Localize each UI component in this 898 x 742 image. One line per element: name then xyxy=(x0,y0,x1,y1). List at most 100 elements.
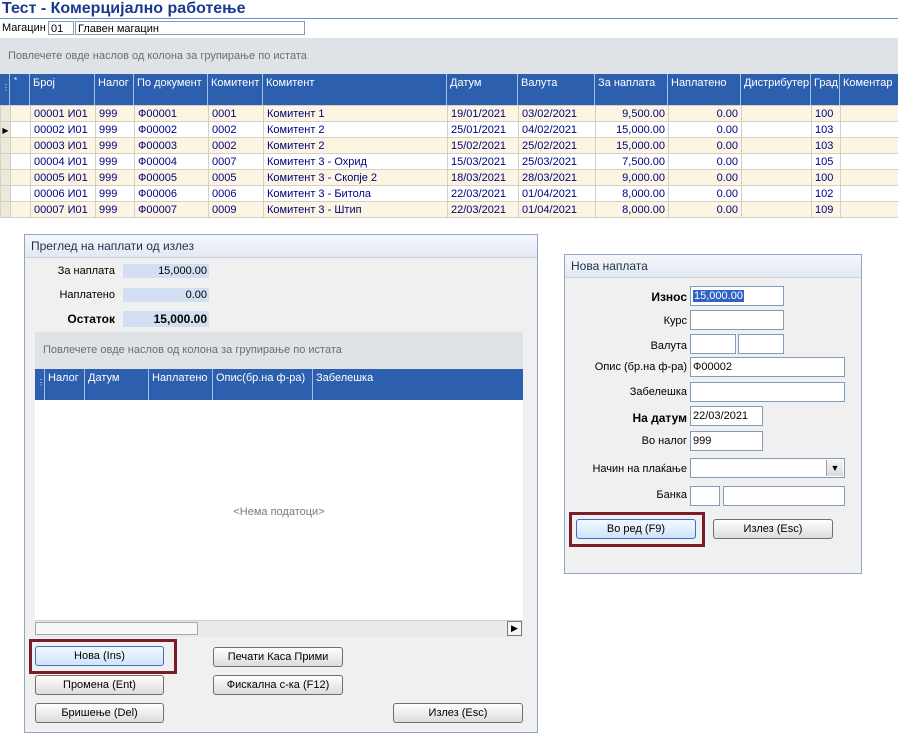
table-cell[interactable]: 25/02/2021 xyxy=(518,137,596,154)
pay-col-header-datum[interactable]: Датум xyxy=(85,369,149,400)
pay-col-header-naplateno[interactable]: Наплатено xyxy=(149,369,213,400)
table-cell[interactable]: 9,000.00 xyxy=(595,169,669,186)
table-cell[interactable]: 0.00 xyxy=(668,121,742,138)
table-cell[interactable]: Ф00002 xyxy=(134,121,209,138)
table-cell[interactable] xyxy=(741,153,812,170)
table-cell[interactable]: 8,000.00 xyxy=(595,201,669,218)
table-cell[interactable] xyxy=(840,169,898,186)
table-cell[interactable]: 0.00 xyxy=(668,105,742,122)
table-cell[interactable]: 0001 xyxy=(208,105,264,122)
table-cell[interactable]: 18/03/2021 xyxy=(447,169,519,186)
table-row[interactable]: 00005 И01 999 Ф00005 0005 Комитент 3 - Скопј… xyxy=(0,169,898,186)
table-cell[interactable]: Комитент 3 - Штип xyxy=(263,201,448,218)
col-header-nalog[interactable]: Налог xyxy=(95,74,134,105)
table-cell[interactable] xyxy=(840,185,898,202)
warehouse-code-field[interactable]: 01 xyxy=(48,21,74,35)
table-row[interactable]: 00007 И01 999 Ф00007 0009 Комитент 3 - Штип 2… xyxy=(0,201,898,218)
table-cell[interactable]: 0009 xyxy=(208,201,264,218)
row-selector[interactable] xyxy=(0,201,11,218)
table-cell[interactable]: 00006 И01 xyxy=(30,185,96,202)
edit-payment-button[interactable]: Промена (Ent) xyxy=(35,675,164,695)
table-cell[interactable]: Комитент 3 - Битола xyxy=(263,185,448,202)
ok-button[interactable]: Во ред (F9) xyxy=(576,519,696,539)
note-input[interactable] xyxy=(690,382,845,402)
col-header-broj[interactable]: Број xyxy=(30,74,95,105)
table-cell[interactable]: 22/03/2021 xyxy=(447,201,519,218)
table-cell[interactable]: 999 xyxy=(95,169,135,186)
col-header-valuta[interactable]: Валута xyxy=(518,74,595,105)
pay-col-header-opis[interactable]: Опис(бр.на ф-ра) xyxy=(213,369,313,400)
table-cell[interactable]: 28/03/2021 xyxy=(518,169,596,186)
table-cell[interactable]: 0.00 xyxy=(668,137,742,154)
date-input[interactable]: 22/03/2021 xyxy=(690,406,763,426)
new-payment-button[interactable]: Нова (Ins) xyxy=(35,646,164,666)
table-cell[interactable]: 04/02/2021 xyxy=(518,121,596,138)
table-cell[interactable]: 01/04/2021 xyxy=(518,201,596,218)
table-cell[interactable]: 01/04/2021 xyxy=(518,185,596,202)
table-cell[interactable]: 103 xyxy=(811,121,841,138)
payments-group-by-bar[interactable]: Повлечете овде наслов од колона за групи… xyxy=(35,332,523,369)
table-cell[interactable]: 105 xyxy=(811,153,841,170)
dialog-exit-button[interactable]: Излез (Esc) xyxy=(713,519,833,539)
table-row[interactable]: 00006 И01 999 Ф00006 0006 Комитент 3 - Битол… xyxy=(0,185,898,202)
table-cell[interactable]: 15/02/2021 xyxy=(447,137,519,154)
table-cell[interactable]: 25/03/2021 xyxy=(518,153,596,170)
col-header-komentar[interactable]: Коментар xyxy=(840,74,898,105)
table-cell[interactable]: 9,500.00 xyxy=(595,105,669,122)
scroll-right-arrow-icon[interactable]: ▶ xyxy=(507,621,522,636)
print-cash-receipt-button[interactable]: Печати Каса Прими xyxy=(213,647,343,667)
col-header-komitent-code[interactable]: Комитент xyxy=(208,74,263,105)
fiscal-receipt-button[interactable]: Фискална с-ка (F12) xyxy=(213,675,343,695)
pay-col-header-zabeleshka[interactable]: Забелешка xyxy=(313,369,523,400)
main-group-by-bar[interactable]: Повлечете овде наслов од колона за групи… xyxy=(0,38,898,74)
table-cell[interactable]: 15/03/2021 xyxy=(447,153,519,170)
table-cell[interactable]: 999 xyxy=(95,201,135,218)
col-header-distributer[interactable]: Дистрибутер xyxy=(741,74,811,105)
table-cell[interactable]: 0.00 xyxy=(668,169,742,186)
table-cell[interactable]: Комитент 2 xyxy=(263,137,448,154)
row-selector[interactable] xyxy=(0,153,11,170)
table-cell[interactable]: 999 xyxy=(95,105,135,122)
table-cell[interactable]: Комитент 3 - Охрид xyxy=(263,153,448,170)
table-cell[interactable]: 100 xyxy=(811,169,841,186)
payments-exit-button[interactable]: Излез (Esc) xyxy=(393,703,523,723)
chevron-down-icon[interactable]: ▼ xyxy=(826,460,843,476)
table-cell[interactable] xyxy=(741,121,812,138)
col-header-za-naplata[interactable]: За наплата xyxy=(595,74,668,105)
table-cell[interactable]: 999 xyxy=(95,121,135,138)
amount-input[interactable]: 15,000.00 xyxy=(690,286,784,306)
table-cell[interactable]: 0.00 xyxy=(668,201,742,218)
table-cell[interactable]: 00007 И01 xyxy=(30,201,96,218)
table-cell[interactable]: Ф00004 xyxy=(134,153,209,170)
table-cell[interactable]: 999 xyxy=(95,185,135,202)
col-header-naplateno[interactable]: Наплатено xyxy=(668,74,741,105)
table-cell[interactable]: 0006 xyxy=(208,185,264,202)
table-row[interactable]: ▶ 00002 И01 999 Ф00002 0002 Комитент 2 25/01/2… xyxy=(0,121,898,138)
payment-method-select[interactable]: ▼ xyxy=(690,458,845,478)
col-header-grad[interactable]: Град xyxy=(811,74,840,105)
table-cell[interactable]: 7,500.00 xyxy=(595,153,669,170)
col-header-datum[interactable]: Датум xyxy=(447,74,518,105)
table-cell[interactable]: Ф00001 xyxy=(134,105,209,122)
row-selector[interactable] xyxy=(0,169,11,186)
table-cell[interactable] xyxy=(840,137,898,154)
table-cell[interactable]: 102 xyxy=(811,185,841,202)
order-input[interactable]: 999 xyxy=(690,431,763,451)
table-cell[interactable] xyxy=(741,137,812,154)
table-cell[interactable]: 0005 xyxy=(208,169,264,186)
table-cell[interactable] xyxy=(840,153,898,170)
col-header-po-dokument[interactable]: По документ xyxy=(134,74,208,105)
table-cell[interactable]: 00002 И01 xyxy=(30,121,96,138)
table-cell[interactable]: 0.00 xyxy=(668,153,742,170)
delete-payment-button[interactable]: Бришење (Del) xyxy=(35,703,164,723)
table-cell[interactable]: 999 xyxy=(95,153,135,170)
table-cell[interactable]: Ф00007 xyxy=(134,201,209,218)
table-cell[interactable]: 00003 И01 xyxy=(30,137,96,154)
table-row[interactable]: 00004 И01 999 Ф00004 0007 Комитент 3 - Охрид… xyxy=(0,153,898,170)
table-cell[interactable]: 8,000.00 xyxy=(595,185,669,202)
table-cell[interactable]: 109 xyxy=(811,201,841,218)
currency-name-input[interactable] xyxy=(738,334,784,354)
table-cell[interactable]: 25/01/2021 xyxy=(447,121,519,138)
bank-code-input[interactable] xyxy=(690,486,720,506)
table-cell[interactable] xyxy=(741,185,812,202)
